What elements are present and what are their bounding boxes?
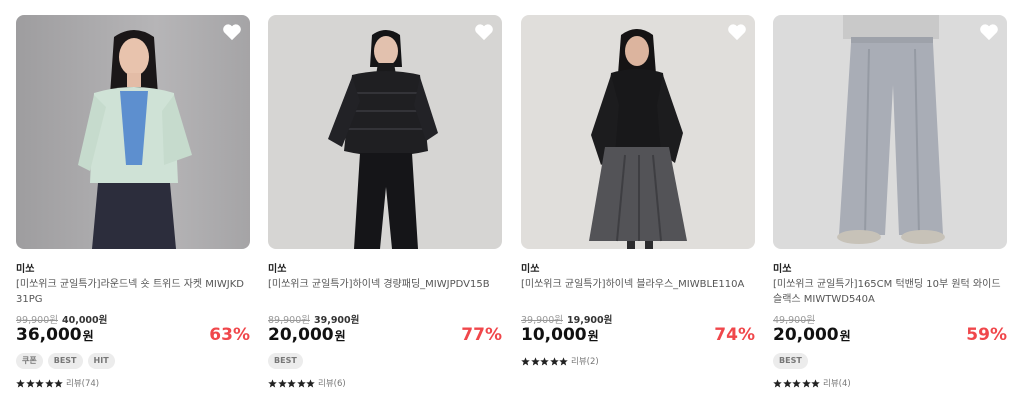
product-image[interactable]: [268, 15, 502, 249]
star-icon: [782, 378, 792, 387]
brand-name[interactable]: 미쏘: [521, 260, 539, 275]
currency-label: 원: [82, 329, 94, 343]
rating: 리뷰(2): [521, 355, 599, 367]
product-image[interactable]: [773, 15, 1007, 249]
final-price: 20,000원: [268, 325, 346, 345]
best-badge: BEST: [268, 353, 303, 369]
star-icon: [44, 378, 54, 387]
price-history: 99,900원 40,000원: [16, 312, 107, 326]
rating: 리뷰(4): [773, 377, 851, 389]
coupon-badge: 쿠폰: [16, 353, 43, 369]
discount-rate: 59%: [966, 325, 1007, 345]
product-card[interactable]: 미쏘 [미쏘위크 균일특가]하이넥 경량패딩_MIWJPDV15B 89,900…: [268, 15, 502, 389]
review-count[interactable]: 리뷰(4): [823, 377, 851, 389]
product-name[interactable]: [미쏘위크 균일특가]하이넥 경량패딩_MIWJPDV15B: [268, 277, 502, 307]
brand-name[interactable]: 미쏘: [16, 260, 34, 275]
price-row: 10,000원 74%: [521, 325, 755, 347]
currency-label: 원: [587, 329, 599, 343]
badge-list: BEST: [268, 353, 303, 369]
star-icon: [549, 356, 559, 365]
price-history: 49,900원: [773, 312, 819, 326]
price-row: 20,000원 77%: [268, 325, 502, 347]
star-icon: [25, 378, 35, 387]
star-icon: [801, 378, 811, 387]
star-icon: [287, 378, 296, 387]
final-price-value: 36,000: [16, 325, 82, 345]
star-rating: [521, 356, 568, 366]
currency-label: 원: [839, 329, 851, 343]
star-icon: [16, 378, 25, 387]
star-icon: [540, 356, 549, 365]
star-rating: [773, 378, 820, 388]
currency-label: 원: [334, 329, 346, 343]
price-row: 36,000원 63%: [16, 325, 250, 347]
star-icon: [773, 378, 782, 387]
heart-icon[interactable]: [727, 23, 747, 41]
star-icon: [277, 378, 287, 387]
model-slacks-image: [837, 15, 945, 244]
final-price-value: 20,000: [773, 325, 839, 345]
rating: 리뷰(6): [268, 377, 346, 389]
model-padding-image: [328, 30, 438, 249]
badge-list: BEST: [773, 353, 808, 369]
product-card[interactable]: 미쏘 [미쏘위크 균일특가]165CM 턱밴딩 10부 원턱 와이드 슬랙스 M…: [773, 15, 1007, 389]
rating: 리뷰(74): [16, 377, 99, 389]
final-price: 10,000원: [521, 325, 599, 345]
product-image[interactable]: [521, 15, 755, 249]
star-icon: [521, 356, 530, 365]
discount-rate: 77%: [461, 325, 502, 345]
star-icon: [530, 356, 540, 365]
star-icon: [268, 378, 277, 387]
final-price-value: 10,000: [521, 325, 587, 345]
final-price-value: 20,000: [268, 325, 334, 345]
heart-icon[interactable]: [979, 23, 999, 41]
model-tweed-jacket-image: [78, 30, 192, 249]
best-badge: BEST: [47, 353, 83, 369]
review-count[interactable]: 리뷰(6): [318, 377, 346, 389]
star-icon: [54, 378, 63, 387]
badge-list: 쿠폰 BEST HIT: [16, 353, 115, 369]
price-history: 39,900원 19,900원: [521, 312, 612, 326]
star-rating: [16, 378, 63, 388]
star-icon: [35, 378, 44, 387]
model-blouse-image: [589, 29, 687, 249]
review-count[interactable]: 리뷰(2): [571, 355, 599, 367]
product-name[interactable]: [미쏘위크 균일특가]하이넥 블라우스_MIWBLE110A: [521, 277, 755, 307]
product-name[interactable]: [미쏘위크 균일특가]165CM 턱밴딩 10부 원턱 와이드 슬랙스 MIWT…: [773, 277, 1007, 307]
brand-name[interactable]: 미쏘: [773, 260, 791, 275]
product-grid: 미쏘 [미쏘위크 균일특가]라운드넥 숏 트위드 자켓 MIWJKD31PG 9…: [0, 0, 1024, 407]
product-name[interactable]: [미쏘위크 균일특가]라운드넥 숏 트위드 자켓 MIWJKD31PG: [16, 277, 250, 307]
price-row: 20,000원 59%: [773, 325, 1007, 347]
product-card[interactable]: 미쏘 [미쏘위크 균일특가]라운드넥 숏 트위드 자켓 MIWJKD31PG 9…: [16, 15, 250, 389]
price-history: 89,900원 39,900원: [268, 312, 359, 326]
star-icon: [811, 378, 820, 387]
star-icon: [296, 378, 306, 387]
review-count[interactable]: 리뷰(74): [66, 377, 99, 389]
star-icon: [559, 356, 568, 365]
product-image[interactable]: [16, 15, 250, 249]
star-rating: [268, 378, 315, 388]
final-price: 36,000원: [16, 325, 94, 345]
discount-rate: 63%: [209, 325, 250, 345]
star-icon: [306, 378, 315, 387]
hit-badge: HIT: [87, 353, 115, 369]
heart-icon[interactable]: [474, 23, 494, 41]
best-badge: BEST: [773, 353, 808, 369]
discount-rate: 74%: [714, 325, 755, 345]
heart-icon[interactable]: [222, 23, 242, 41]
final-price: 20,000원: [773, 325, 851, 345]
star-icon: [792, 378, 801, 387]
brand-name[interactable]: 미쏘: [268, 260, 286, 275]
product-card[interactable]: 미쏘 [미쏘위크 균일특가]하이넥 블라우스_MIWBLE110A 39,900…: [521, 15, 755, 367]
